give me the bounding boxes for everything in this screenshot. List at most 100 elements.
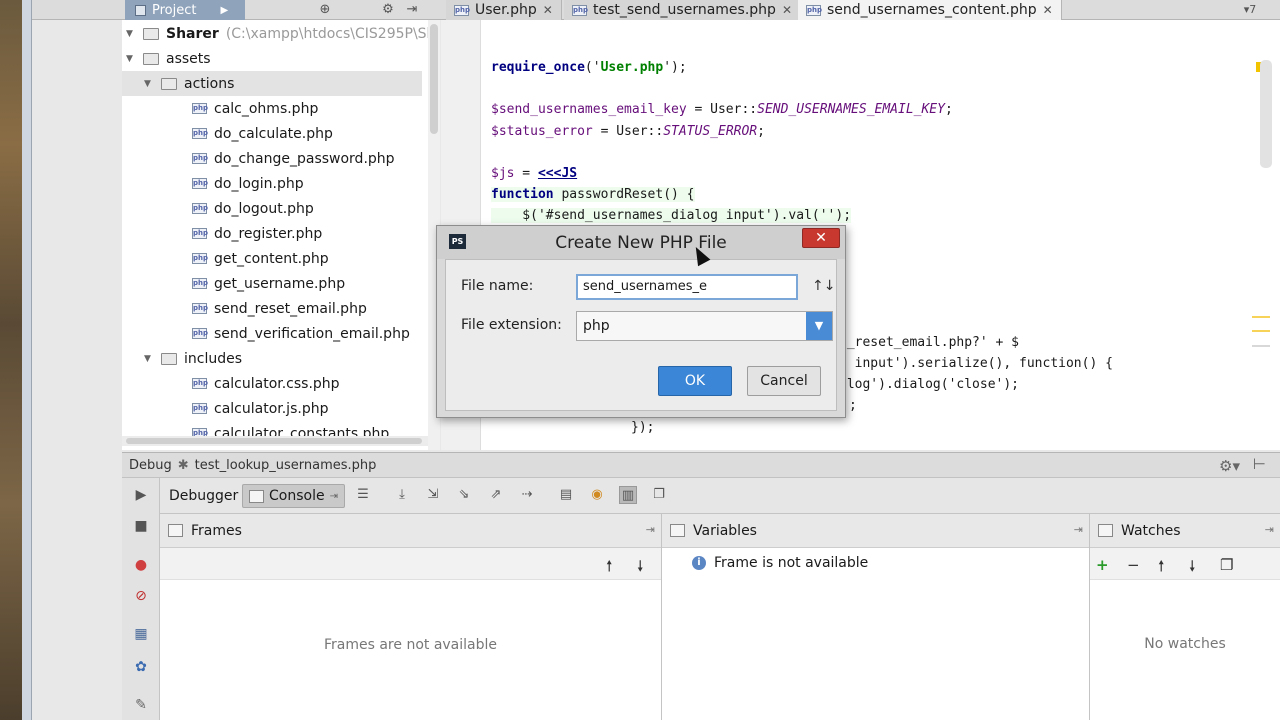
tree-file[interactable]: php send_reset_email.php (192, 296, 367, 321)
settings-icon[interactable]: ✿ (132, 658, 150, 676)
php-file-icon: php (192, 303, 209, 314)
tree-file[interactable]: php do_register.php (192, 221, 322, 246)
sort-icon[interactable]: ↑↓ (812, 278, 835, 294)
play-icon[interactable]: ▶ (220, 5, 228, 16)
tree-root[interactable]: ▼ Sharer (C:\xampp\htdocs\CIS295P\Sharer… (126, 21, 439, 46)
frames-empty-message: Frames are not available (323, 637, 498, 653)
tree-file[interactable]: php calculator.css.php (192, 371, 340, 396)
error-stripe-mark[interactable] (1252, 345, 1270, 347)
php-file-icon: php (454, 4, 471, 16)
error-stripe-mark[interactable] (1252, 330, 1270, 332)
dialog-body: File name: send_usernames_e ↑↓ File exte… (445, 259, 837, 411)
tab-debugger[interactable]: Debugger (163, 484, 244, 508)
dialog-title-bar[interactable]: PS Create New PHP File ✕ (437, 226, 845, 259)
project-tool-tab[interactable]: Project ▶ (125, 0, 245, 20)
watches-empty-message: No watches (1144, 636, 1226, 652)
tree-file[interactable]: php do_login.php (192, 171, 304, 196)
clipboard-icon[interactable]: ❐ (650, 486, 668, 504)
step-into-icon[interactable]: ⇲ (424, 486, 442, 504)
watches-icon (1098, 524, 1113, 537)
tree-horizontal-scrollbar[interactable] (122, 436, 428, 446)
expand-arrow-icon[interactable]: ▼ (126, 29, 136, 39)
run-to-cursor-icon[interactable]: ⇢ (518, 486, 536, 504)
pin-icon[interactable]: ⇥ (1265, 523, 1274, 536)
restore-layout-icon[interactable]: ▥ (619, 486, 637, 504)
info-icon: i (692, 556, 706, 570)
scrollbar-thumb[interactable] (430, 24, 438, 134)
dialog-title: Create New PHP File (555, 233, 727, 253)
chevron-down-icon[interactable]: ▼ (806, 312, 832, 340)
show-execution-point-icon[interactable]: ☰ (354, 486, 372, 504)
php-file-icon: php (192, 378, 209, 389)
debug-side-toolbar: ▶ ■ ● ⊘ ▦ ✿ ✎ (122, 478, 160, 720)
pin-icon[interactable]: ⇥ (1074, 523, 1083, 536)
project-tree: ▼ Sharer (C:\xampp\htdocs\CIS295P\Sharer… (122, 20, 440, 450)
tab-user-php[interactable]: php User.php ✕ (446, 0, 562, 20)
copy-icon[interactable]: ❐ (1220, 556, 1233, 574)
close-icon[interactable]: ✕ (782, 3, 792, 17)
tree-folder-includes[interactable]: ▼ includes (144, 346, 242, 371)
php-file-icon: php (806, 4, 823, 16)
close-icon[interactable]: ✕ (543, 3, 553, 17)
pin-tab-icon[interactable]: ⇥ (330, 491, 338, 502)
frames-toolbar: 🠕 🠗 (160, 548, 661, 580)
arrow-down-icon[interactable]: 🠗 (637, 556, 643, 581)
tab-overflow-indicator[interactable]: ▾7 (1230, 2, 1270, 18)
resume-icon[interactable]: ▶ (132, 486, 150, 504)
file-name-input[interactable]: send_usernames_e (576, 274, 798, 300)
arrow-up-icon[interactable]: 🠕 (1158, 556, 1164, 581)
pin-icon[interactable]: ⇥ (646, 523, 655, 536)
ok-button[interactable]: OK (658, 366, 732, 396)
watch-icon[interactable]: ◉ (588, 486, 606, 504)
dialog-close-button[interactable]: ✕ (802, 228, 840, 248)
tree-folder-assets[interactable]: ▼ assets (126, 46, 211, 71)
tree-file[interactable]: php get_content.php (192, 246, 329, 271)
sync-icon[interactable]: ⊕ (317, 2, 333, 18)
breakpoints-icon[interactable]: ● (132, 556, 150, 574)
tree-file[interactable]: php do_calculate.php (192, 121, 333, 146)
php-file-icon: php (192, 153, 209, 164)
scrollbar-thumb[interactable] (126, 438, 422, 444)
stop-icon[interactable]: ■ (132, 517, 150, 535)
tree-file[interactable]: php calc_ohms.php (192, 96, 318, 121)
pin-icon[interactable]: ✎ (132, 696, 150, 714)
tab-console[interactable]: Console ⇥ (242, 484, 345, 508)
gear-icon[interactable]: ⚙ (380, 2, 396, 18)
minimize-icon[interactable]: ⊢ (1253, 455, 1266, 473)
variables-header: Variables ⇥ (662, 514, 1089, 548)
remove-icon[interactable]: − (1127, 556, 1140, 574)
expand-arrow-icon[interactable]: ▼ (144, 79, 154, 89)
window-frame (22, 0, 32, 720)
pin-icon[interactable]: ⇥ (404, 2, 420, 18)
expand-arrow-icon[interactable]: ▼ (126, 54, 136, 64)
mute-breakpoints-icon[interactable]: ⊘ (132, 587, 150, 605)
layout-icon[interactable]: ▦ (132, 625, 150, 643)
evaluate-icon[interactable]: ▤ (557, 486, 575, 504)
tab-test-send-usernames[interactable]: php test_send_usernames.php ✕ (564, 0, 801, 20)
tab-send-usernames-content[interactable]: php send_usernames_content.php ✕ (798, 0, 1062, 20)
tree-file[interactable]: php do_change_password.php (192, 146, 395, 171)
cancel-button[interactable]: Cancel (747, 366, 821, 396)
folder-icon (143, 52, 159, 65)
add-icon[interactable]: + (1096, 556, 1109, 574)
file-extension-select[interactable]: php ▼ (576, 311, 833, 341)
force-step-into-icon[interactable]: ⇘ (455, 486, 473, 504)
php-file-icon: php (192, 178, 209, 189)
expand-arrow-icon[interactable]: ▼ (144, 354, 154, 364)
tree-file[interactable]: php do_logout.php (192, 196, 314, 221)
arrow-up-icon[interactable]: 🠕 (606, 556, 612, 581)
gear-icon[interactable]: ⚙▾ (1219, 457, 1240, 475)
step-over-icon[interactable]: ⤓ (393, 486, 411, 504)
close-icon[interactable]: ✕ (1043, 3, 1053, 17)
file-name-label: File name: (461, 278, 534, 294)
folder-icon (143, 27, 159, 40)
editor-scrollbar-thumb[interactable] (1260, 60, 1272, 168)
error-stripe-mark[interactable] (1252, 316, 1270, 318)
tree-folder-actions[interactable]: ▼ actions (122, 71, 422, 96)
tree-file[interactable]: php calculator.js.php (192, 396, 328, 421)
tree-file[interactable]: php get_username.php (192, 271, 345, 296)
step-out-icon[interactable]: ⇗ (487, 486, 505, 504)
php-file-icon: php (572, 4, 589, 16)
tree-file[interactable]: php send_verification_email.php (192, 321, 410, 346)
arrow-down-icon[interactable]: 🠗 (1189, 556, 1195, 581)
